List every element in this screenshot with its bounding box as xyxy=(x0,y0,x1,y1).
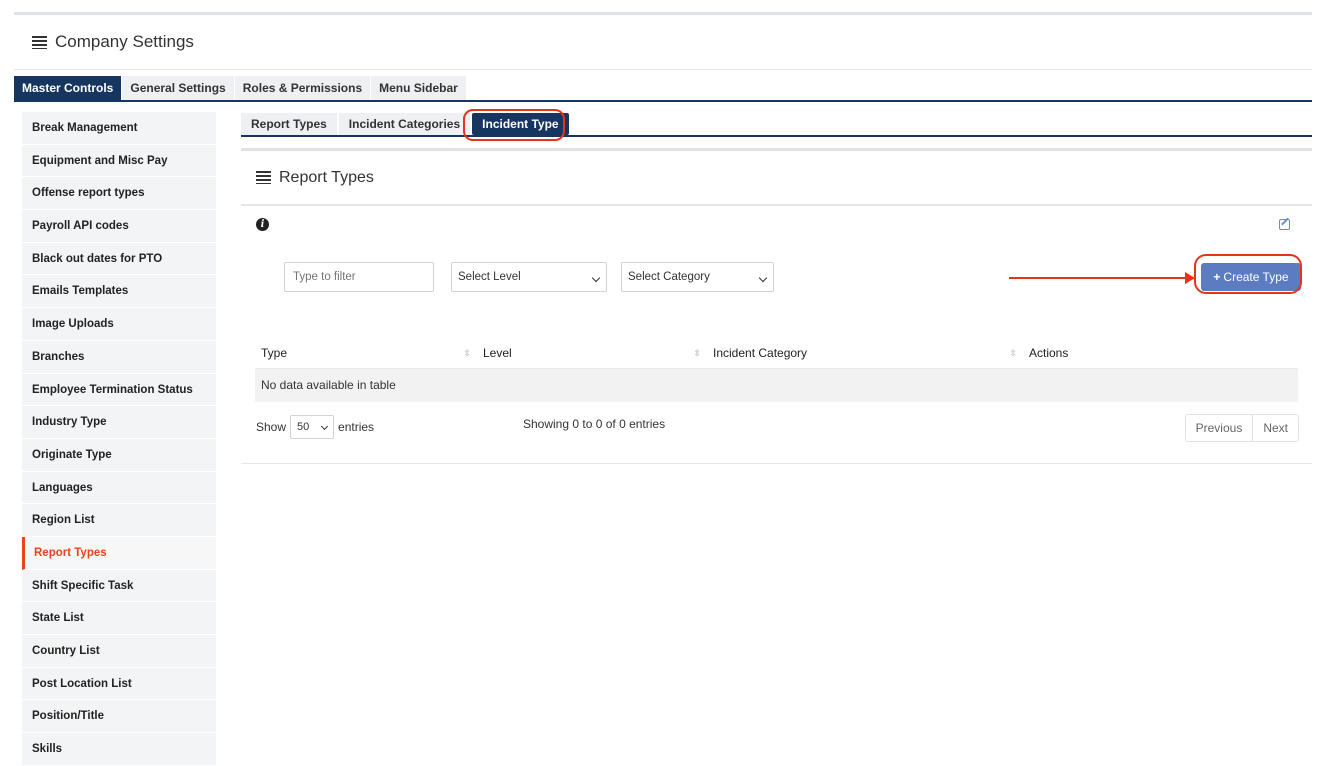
sidebar-item-state-list[interactable]: State List xyxy=(22,602,216,635)
entries-label: entries xyxy=(338,420,375,434)
category-select[interactable]: Select Category xyxy=(621,262,774,292)
sidebar-item-equipment-misc-pay[interactable]: Equipment and Misc Pay xyxy=(22,144,216,178)
level-select[interactable]: Select Level xyxy=(451,262,607,292)
sidebar-item-branches[interactable]: Branches xyxy=(22,340,216,374)
plus-icon: + xyxy=(1213,270,1221,284)
table-empty-row: No data available in table xyxy=(255,369,1298,402)
page-title: Company Settings xyxy=(55,32,194,51)
sidebar-item-position-title[interactable]: Position/Title xyxy=(22,700,216,734)
table-info: Showing 0 to 0 of 0 entries xyxy=(523,417,666,431)
edit-icon[interactable] xyxy=(1279,219,1290,230)
types-table: Type ⇳ Level ⇳ Incident Category ⇳ Actio… xyxy=(255,337,1298,402)
column-header-label: Incident Category xyxy=(713,345,808,360)
tab-roles-permissions[interactable]: Roles & Permissions xyxy=(234,76,372,100)
annotation-arrow-head xyxy=(1185,272,1195,284)
chevron-down-icon xyxy=(591,273,601,283)
sidebar-item-post-location-list[interactable]: Post Location List xyxy=(22,667,216,701)
show-label: Show xyxy=(256,420,287,434)
list-icon xyxy=(256,171,271,184)
sidebar-item-region-list[interactable]: Region List xyxy=(22,504,216,537)
list-icon xyxy=(32,35,47,49)
filter-input[interactable] xyxy=(284,262,434,292)
panel-header: Report Types xyxy=(241,151,1312,206)
sidebar-item-employee-termination-status[interactable]: Employee Termination Status xyxy=(22,373,216,407)
sub-tabs: Report Types Incident Categories Inciden… xyxy=(241,113,1312,137)
table-header: Type ⇳ Level ⇳ Incident Category ⇳ Actio… xyxy=(255,337,1298,369)
tab-incident-categories[interactable]: Incident Categories xyxy=(338,113,471,135)
sidebar-item-report-types[interactable]: Report Types xyxy=(22,536,216,570)
chevron-down-icon xyxy=(758,273,768,283)
tab-incident-type[interactable]: Incident Type xyxy=(472,113,569,135)
sidebar: Break Management Equipment and Misc Pay … xyxy=(22,112,216,766)
page-length-select[interactable]: 50 xyxy=(290,415,335,439)
show-entries: Show 50 entries xyxy=(256,415,374,439)
report-types-panel: Report Types i Select Level Select Categ… xyxy=(241,148,1312,464)
tab-master-controls[interactable]: Master Controls xyxy=(14,76,123,100)
sort-icon: ⇳ xyxy=(1009,347,1017,358)
category-select-value: Select Category xyxy=(628,271,710,283)
sidebar-item-skills[interactable]: Skills xyxy=(22,733,216,766)
sidebar-item-emails-templates[interactable]: Emails Templates xyxy=(22,275,216,309)
annotation-arrow xyxy=(1009,277,1189,279)
sidebar-item-country-list[interactable]: Country List xyxy=(22,635,216,668)
column-header-level[interactable]: Level ⇳ xyxy=(477,337,707,369)
create-type-label: Create Type xyxy=(1223,270,1289,284)
column-header-label: Actions xyxy=(1029,345,1069,360)
sidebar-item-break-management[interactable]: Break Management xyxy=(22,112,216,145)
sidebar-item-image-uploads[interactable]: Image Uploads xyxy=(22,308,216,341)
top-tabs: Master Controls General Settings Roles &… xyxy=(14,76,1312,102)
sidebar-item-payroll-api-codes[interactable]: Payroll API codes xyxy=(22,210,216,243)
sidebar-item-industry-type[interactable]: Industry Type xyxy=(22,406,216,439)
sort-icon: ⇳ xyxy=(693,347,701,358)
column-header-label: Type xyxy=(261,345,288,360)
tab-report-types[interactable]: Report Types xyxy=(241,113,337,135)
panel-title: Report Types xyxy=(279,168,374,186)
previous-button[interactable]: Previous xyxy=(1186,415,1254,441)
pagination: Previous Next xyxy=(1184,414,1299,442)
create-type-button[interactable]: + Create Type xyxy=(1201,263,1301,291)
chevron-down-icon xyxy=(320,422,329,431)
sort-icon: ⇳ xyxy=(463,347,471,358)
column-header-incident-category[interactable]: Incident Category ⇳ xyxy=(707,337,1023,369)
sidebar-item-originate-type[interactable]: Originate Type xyxy=(22,438,216,472)
info-icon[interactable]: i xyxy=(256,218,269,231)
tab-general-settings[interactable]: General Settings xyxy=(122,76,235,100)
page-length-value: 50 xyxy=(297,421,310,433)
sidebar-item-shift-specific-task[interactable]: Shift Specific Task xyxy=(22,569,216,603)
column-header-actions: Actions xyxy=(1023,337,1298,369)
column-header-label: Level xyxy=(483,345,512,360)
sidebar-item-black-out-dates[interactable]: Black out dates for PTO xyxy=(22,242,216,276)
tab-menu-sidebar[interactable]: Menu Sidebar xyxy=(371,76,467,100)
sidebar-item-offense-report-types[interactable]: Offense report types xyxy=(22,177,216,211)
level-select-value: Select Level xyxy=(458,271,521,283)
column-header-type[interactable]: Type ⇳ xyxy=(255,337,477,369)
page-header: Company Settings xyxy=(14,15,1312,70)
sidebar-item-languages[interactable]: Languages xyxy=(22,471,216,505)
next-button[interactable]: Next xyxy=(1253,415,1298,441)
